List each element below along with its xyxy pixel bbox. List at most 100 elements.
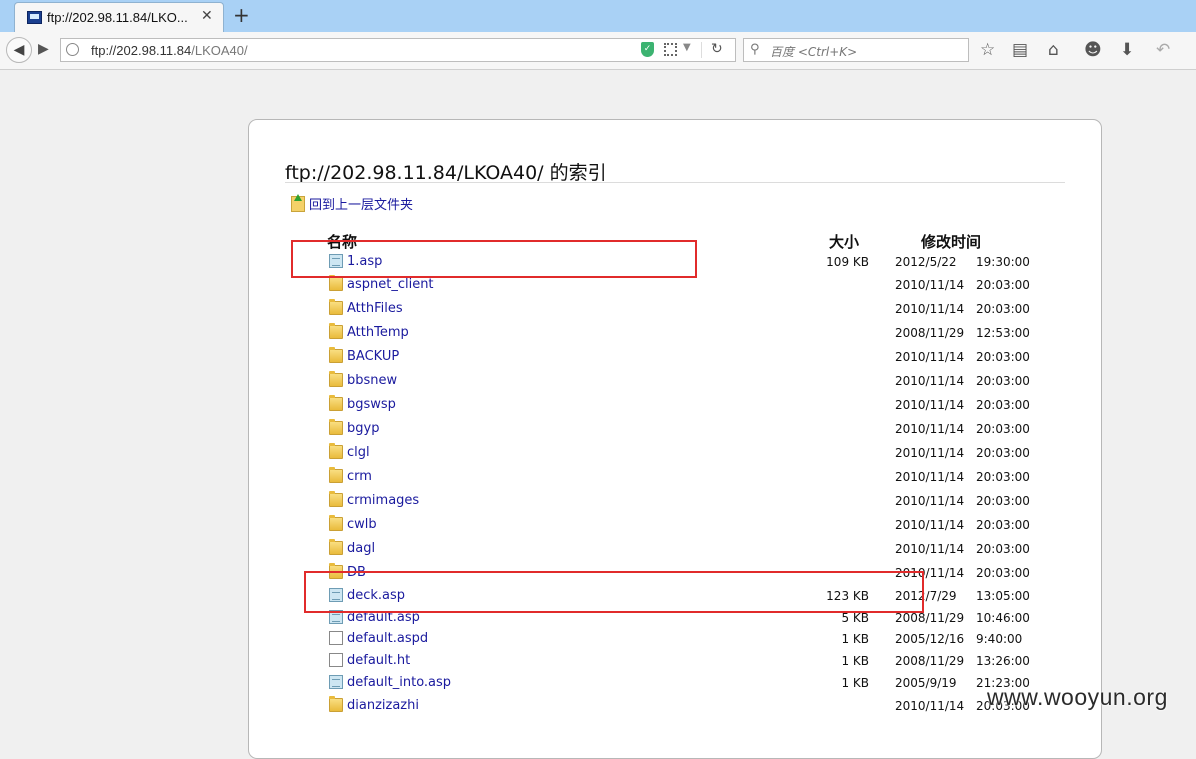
file-link[interactable]: default_into.asp — [347, 675, 451, 690]
qr-code-icon[interactable] — [664, 43, 677, 56]
globe-icon — [66, 43, 79, 56]
close-icon[interactable]: ✕ — [201, 8, 213, 24]
modified-date: 2010/11/14 — [895, 518, 965, 532]
file-link[interactable]: default.aspd — [347, 631, 428, 646]
modified-date: 2008/11/29 — [895, 611, 965, 625]
undo-icon[interactable]: ↶ — [1156, 40, 1170, 60]
file-size: 1 KB — [841, 676, 869, 690]
modified-date: 2008/11/29 — [895, 654, 965, 668]
modified-time: 20:03:00 — [976, 494, 1030, 508]
modified-time: 9:40:00 — [976, 632, 1023, 646]
file-link[interactable]: AtthTemp — [347, 325, 409, 340]
file-link[interactable]: dagl — [347, 541, 375, 556]
table-row: dagl 2010/11/14 20:03:00 — [249, 538, 1103, 560]
url-text[interactable]: ftp://202.98.11.84/LKOA40/ — [91, 43, 248, 58]
modified-time: 10:46:00 — [976, 611, 1030, 625]
table-row: AtthTemp 2008/11/29 12:53:00 — [249, 322, 1103, 344]
folder-icon — [329, 467, 343, 483]
table-row: bgyp 2010/11/14 20:03:00 — [249, 418, 1103, 440]
file-link[interactable]: bbsnew — [347, 373, 397, 388]
modified-date: 2010/11/14 — [895, 566, 965, 580]
file-link[interactable]: crm — [347, 469, 372, 484]
modified-time: 20:03:00 — [976, 278, 1030, 292]
file-link[interactable]: BACKUP — [347, 349, 399, 364]
file-link[interactable]: default.asp — [347, 610, 420, 625]
home-icon[interactable]: ⌂ — [1048, 40, 1059, 60]
folder-icon — [329, 563, 343, 579]
table-row: default.ht 1 KB 2008/11/29 13:26:00 — [249, 650, 1103, 672]
modified-time: 20:03:00 — [976, 566, 1030, 580]
modified-date: 2010/11/14 — [895, 278, 965, 292]
modified-time: 20:03:00 — [976, 350, 1030, 364]
file-link[interactable]: bgswsp — [347, 397, 396, 412]
column-header-modified[interactable]: 修改时间 — [921, 231, 981, 252]
forward-button[interactable]: ▶ — [38, 41, 49, 57]
bookmark-star-icon[interactable]: ☆ — [980, 40, 995, 60]
modified-time: 20:03:00 — [976, 470, 1030, 484]
table-row: dianzizazhi 2010/11/14 20:03:00 — [249, 695, 1103, 717]
reload-icon[interactable]: ↻ — [711, 41, 723, 57]
table-row: AtthFiles 2010/11/14 20:03:00 — [249, 298, 1103, 320]
file-link[interactable]: clgl — [347, 445, 370, 460]
search-icon: ⚲ — [750, 42, 760, 57]
folder-icon — [329, 323, 343, 339]
file-link[interactable]: 1.asp — [347, 254, 382, 269]
back-button[interactable]: ◀ — [6, 37, 32, 63]
chevron-down-icon[interactable]: ▼ — [683, 42, 691, 53]
folder-icon — [329, 515, 343, 531]
file-icon — [329, 631, 343, 645]
file-link[interactable]: crmimages — [347, 493, 419, 508]
tab-strip: ftp://202.98.11.84/LKO... ✕ + — [0, 0, 1196, 32]
modified-date: 2012/7/29 — [895, 589, 957, 603]
emoji-icon[interactable]: ☻ — [1084, 40, 1102, 60]
table-row: DB 2010/11/14 20:03:00 — [249, 562, 1103, 584]
folder-icon — [329, 539, 343, 555]
file-link[interactable]: dianzizazhi — [347, 698, 419, 713]
search-box[interactable]: ⚲ 百度 <Ctrl+K> — [743, 38, 969, 62]
folder-icon — [329, 275, 343, 291]
directory-listing: ftp://202.98.11.84/LKOA40/ 的索引 回到上一层文件夹 … — [248, 119, 1102, 759]
file-link[interactable]: deck.asp — [347, 588, 405, 603]
modified-date: 2005/12/16 — [895, 632, 965, 646]
table-row: deck.asp 123 KB 2012/7/29 13:05:00 — [249, 585, 1103, 607]
modified-date: 2010/11/14 — [895, 446, 965, 460]
file-link[interactable]: aspnet_client — [347, 277, 434, 292]
file-size: 109 KB — [826, 255, 869, 269]
file-link[interactable]: bgyp — [347, 421, 379, 436]
file-link[interactable]: DB — [347, 565, 366, 580]
computer-icon — [27, 11, 42, 24]
address-bar[interactable]: ftp://202.98.11.84/LKOA40/ ✓ ▼ ↻ — [60, 38, 736, 62]
script-file-icon — [329, 254, 343, 268]
table-row: aspnet_client 2010/11/14 20:03:00 — [249, 274, 1103, 296]
modified-date: 2010/11/14 — [895, 374, 965, 388]
file-size: 1 KB — [841, 654, 869, 668]
script-file-icon — [329, 610, 343, 624]
download-icon[interactable]: ⬇ — [1120, 40, 1134, 60]
modified-time: 20:03:00 — [976, 374, 1030, 388]
file-link[interactable]: cwlb — [347, 517, 377, 532]
table-row: BACKUP 2010/11/14 20:03:00 — [249, 346, 1103, 368]
modified-date: 2010/11/14 — [895, 422, 965, 436]
page-title: ftp://202.98.11.84/LKOA40/ 的索引 — [285, 162, 607, 184]
modified-date: 2010/11/14 — [895, 302, 965, 316]
table-row: default.aspd 1 KB 2005/12/16 9:40:00 — [249, 628, 1103, 650]
folder-icon — [329, 491, 343, 507]
table-row: bgswsp 2010/11/14 20:03:00 — [249, 394, 1103, 416]
url-host: ftp://202.98.11.84 — [91, 43, 192, 58]
parent-folder-link[interactable]: 回到上一层文件夹 — [291, 194, 413, 213]
folder-icon — [329, 443, 343, 459]
file-link[interactable]: default.ht — [347, 653, 410, 668]
file-link[interactable]: AtthFiles — [347, 301, 403, 316]
modified-date: 2010/11/14 — [895, 699, 965, 713]
shield-icon[interactable]: ✓ — [641, 42, 654, 57]
script-file-icon — [329, 588, 343, 602]
table-row: crm 2010/11/14 20:03:00 — [249, 466, 1103, 488]
new-tab-button[interactable]: + — [233, 3, 250, 27]
tab-ftp[interactable]: ftp://202.98.11.84/LKO... ✕ — [14, 2, 224, 32]
column-header-name[interactable]: 名称 — [327, 231, 357, 252]
tab-title: ftp://202.98.11.84/LKO... — [47, 10, 188, 25]
parent-folder-label: 回到上一层文件夹 — [309, 198, 414, 213]
modified-time: 20:03:00 — [976, 302, 1030, 316]
reading-list-icon[interactable]: ▤ — [1012, 40, 1028, 60]
column-header-size[interactable]: 大小 — [829, 231, 859, 252]
